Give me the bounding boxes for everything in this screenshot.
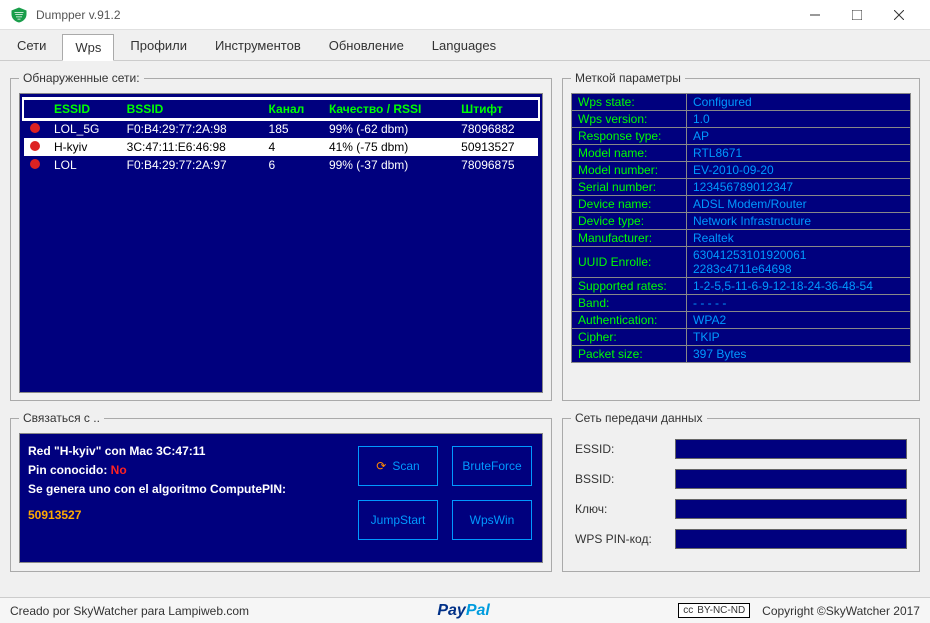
status-dot-icon bbox=[30, 123, 40, 133]
detail-key: Packet size: bbox=[572, 346, 687, 363]
connect-line2a: Pin conocido: bbox=[28, 463, 111, 477]
detail-key: Serial number: bbox=[572, 179, 687, 196]
detail-key: Cipher: bbox=[572, 329, 687, 346]
detail-value: Realtek bbox=[687, 230, 911, 247]
detail-key: Authentication: bbox=[572, 312, 687, 329]
cc-badge: cc BY-NC-ND bbox=[678, 603, 750, 618]
tab-профили[interactable]: Профили bbox=[118, 33, 199, 60]
col-header[interactable]: Штифт bbox=[455, 99, 538, 119]
app-logo-icon bbox=[10, 6, 28, 24]
window-title: Dumpper v.91.2 bbox=[36, 8, 794, 22]
detail-value: ADSL Modem/Router bbox=[687, 196, 911, 213]
detail-key: Wps version: bbox=[572, 111, 687, 128]
detail-value: Configured bbox=[687, 94, 911, 111]
col-header[interactable]: ESSID bbox=[48, 99, 121, 119]
field-label: ESSID: bbox=[575, 442, 675, 456]
detail-key: Wps state: bbox=[572, 94, 687, 111]
connect-line3: Se genera uno con el algoritmo ComputePI… bbox=[28, 482, 286, 496]
col-header[interactable]: BSSID bbox=[121, 99, 263, 119]
tab-обновление[interactable]: Обновление bbox=[317, 33, 416, 60]
status-bar: Creado por SkyWatcher para Lampiweb.com … bbox=[0, 597, 930, 623]
col-header[interactable]: Качество / RSSI bbox=[323, 99, 455, 119]
detail-value: 63041253101920061​2283c4711e64698 bbox=[687, 247, 911, 278]
titlebar: Dumpper v.91.2 bbox=[0, 0, 930, 30]
refresh-icon: ⟳ bbox=[376, 459, 386, 473]
detail-value: TKIP bbox=[687, 329, 911, 346]
detail-value: AP bbox=[687, 128, 911, 145]
field-label: WPS PIN-код: bbox=[575, 532, 675, 546]
field-label: Ключ: bbox=[575, 502, 675, 516]
close-button[interactable] bbox=[878, 1, 920, 29]
details-legend: Меткой параметры bbox=[571, 71, 685, 85]
field-input[interactable] bbox=[675, 499, 907, 519]
scan-button[interactable]: ⟳Scan bbox=[358, 446, 438, 486]
detail-key: Response type: bbox=[572, 128, 687, 145]
detail-value: RTL8671 bbox=[687, 145, 911, 162]
detail-value: WPA2 bbox=[687, 312, 911, 329]
detail-key: Manufacturer: bbox=[572, 230, 687, 247]
detail-key: UUID Enrolle: bbox=[572, 247, 687, 278]
connect-pin-known: No bbox=[111, 463, 127, 477]
detail-key: Model name: bbox=[572, 145, 687, 162]
tab-wps[interactable]: Wps bbox=[62, 34, 114, 61]
status-dot-icon bbox=[30, 159, 40, 169]
detail-value: 397 Bytes bbox=[687, 346, 911, 363]
detail-value: - - - - - bbox=[687, 295, 911, 312]
status-left: Creado por SkyWatcher para Lampiweb.com bbox=[10, 604, 249, 618]
col-header[interactable]: Канал bbox=[263, 99, 323, 119]
paypal-logo[interactable]: PayPal bbox=[437, 602, 489, 620]
status-dot-icon bbox=[30, 141, 40, 151]
network-row[interactable]: LOL_5GF0:B4:29:77:2A:9818599% (-62 dbm)7… bbox=[24, 119, 538, 138]
tab-bar: СетиWpsПрофилиИнструментовОбновлениеLang… bbox=[0, 30, 930, 61]
bruteforce-button[interactable]: BruteForce bbox=[452, 446, 532, 486]
maximize-button[interactable] bbox=[836, 1, 878, 29]
field-input[interactable] bbox=[675, 439, 907, 459]
details-panel: Меткой параметры Wps state:ConfiguredWps… bbox=[562, 71, 920, 401]
detected-networks-panel: Обнаруженные сети: ESSIDBSSIDКаналКачест… bbox=[10, 71, 552, 401]
detail-value: 1-2-5,5-11-6-9-12-18-24-36-48-54 bbox=[687, 278, 911, 295]
network-row[interactable]: LOLF0:B4:29:77:2A:97699% (-37 dbm)780968… bbox=[24, 156, 538, 174]
status-right: Copyright ©SkyWatcher 2017 bbox=[762, 604, 920, 618]
tab-инструментов[interactable]: Инструментов bbox=[203, 33, 313, 60]
detected-legend: Обнаруженные сети: bbox=[19, 71, 144, 85]
network-row[interactable]: H-kyiv3C:47:11:E6:46:98441% (-75 dbm)509… bbox=[24, 138, 538, 156]
detail-key: Device name: bbox=[572, 196, 687, 213]
detail-key: Supported rates: bbox=[572, 278, 687, 295]
connect-pin: 50913527 bbox=[28, 508, 81, 522]
detail-key: Device type: bbox=[572, 213, 687, 230]
networks-table[interactable]: ESSIDBSSIDКаналКачество / RSSIШтифт LOL_… bbox=[24, 98, 538, 174]
tab-сети[interactable]: Сети bbox=[5, 33, 58, 60]
detail-value: Network Infrastructure bbox=[687, 213, 911, 230]
detail-key: Model number: bbox=[572, 162, 687, 179]
netdata-legend: Сеть передачи данных bbox=[571, 411, 707, 425]
detail-value: EV-2010-09-20 bbox=[687, 162, 911, 179]
network-data-panel: Сеть передачи данных ESSID: BSSID: Ключ: WP… bbox=[562, 411, 920, 572]
details-table: Wps state:ConfiguredWps version:1.0Respo… bbox=[571, 93, 911, 363]
detail-value: 1.0 bbox=[687, 111, 911, 128]
detail-key: Band: bbox=[572, 295, 687, 312]
connect-legend: Связаться с .. bbox=[19, 411, 104, 425]
field-input[interactable] bbox=[675, 529, 907, 549]
field-label: BSSID: bbox=[575, 472, 675, 486]
connect-line1: Red "H-kyiv" con Mac 3C:47:11 bbox=[28, 444, 205, 458]
detail-value: 123456789012347 bbox=[687, 179, 911, 196]
connect-panel: Связаться с .. Red "H-kyiv" con Mac 3C:4… bbox=[10, 411, 552, 572]
jumpstart-button[interactable]: JumpStart bbox=[358, 500, 438, 540]
minimize-button[interactable] bbox=[794, 1, 836, 29]
wpswin-button[interactable]: WpsWin bbox=[452, 500, 532, 540]
tab-languages[interactable]: Languages bbox=[420, 33, 508, 60]
field-input[interactable] bbox=[675, 469, 907, 489]
